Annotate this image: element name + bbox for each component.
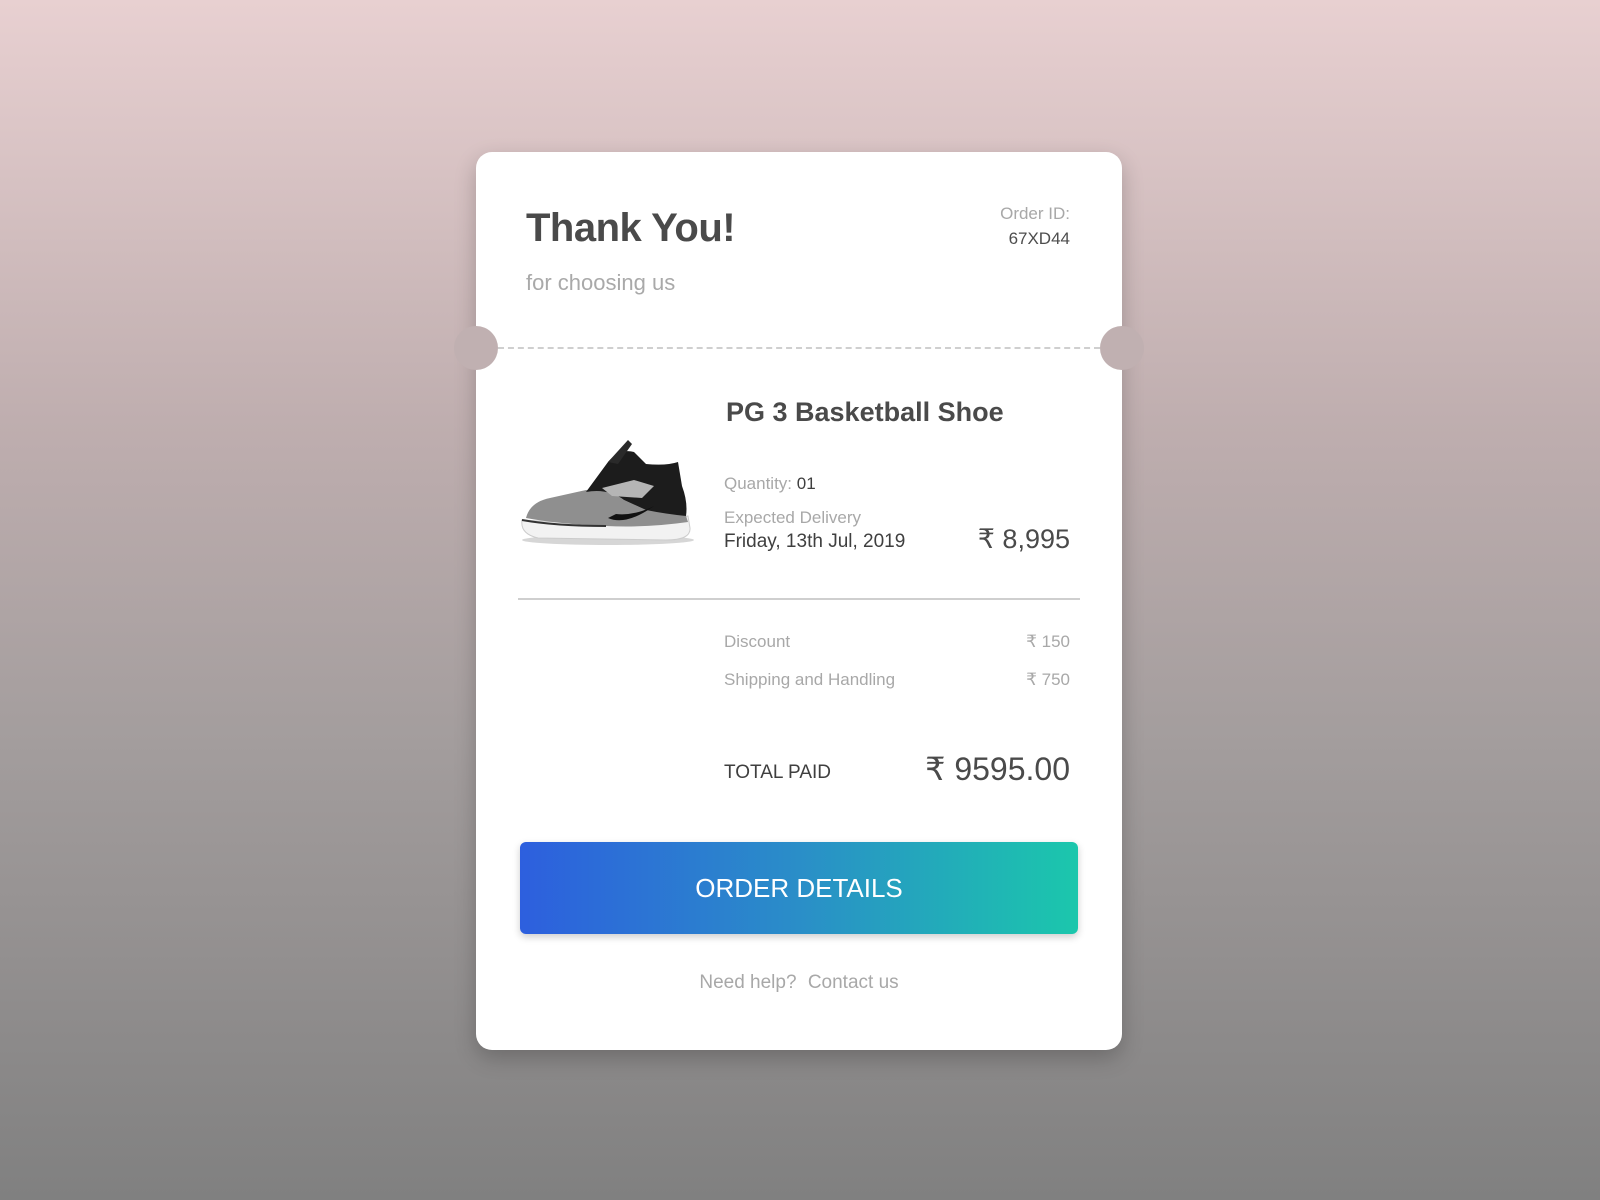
discount-value: ₹ 150 bbox=[1026, 632, 1070, 651]
total-paid-value: ₹ 9595.00 bbox=[925, 751, 1070, 787]
order-id-label: Order ID: bbox=[1000, 204, 1070, 223]
total-paid-label: TOTAL PAID bbox=[724, 762, 831, 783]
summary-divider bbox=[518, 598, 1080, 600]
page-subtitle: for choosing us bbox=[526, 270, 676, 295]
ticket-notch-left bbox=[454, 326, 498, 370]
shipping-label: Shipping and Handling bbox=[724, 670, 896, 689]
product-price: ₹ 8,995 bbox=[977, 524, 1070, 554]
product-image bbox=[516, 440, 696, 550]
page-title: Thank You! bbox=[526, 206, 736, 250]
help-label: Need help? bbox=[699, 972, 797, 993]
order-id-value: 67XD44 bbox=[1008, 229, 1070, 248]
delivery-date: Friday, 13th Jul, 2019 bbox=[724, 531, 906, 552]
delivery-label: Expected Delivery bbox=[724, 508, 862, 527]
help-line: Need help? Contact us bbox=[476, 972, 1122, 994]
order-details-button[interactable]: ORDER DETAILS bbox=[520, 842, 1078, 934]
discount-label: Discount bbox=[724, 632, 791, 651]
discount-row: Discount ₹ 150 bbox=[724, 632, 1070, 652]
quantity-value: 01 bbox=[796, 474, 816, 493]
basketball-shoe-icon bbox=[521, 440, 694, 545]
contact-us-link[interactable]: Contact us bbox=[808, 972, 899, 993]
order-receipt-card: Thank You! for choosing us Order ID: 67X… bbox=[454, 152, 1144, 1050]
shipping-value: ₹ 750 bbox=[1026, 670, 1070, 689]
shipping-row: Shipping and Handling ₹ 750 bbox=[724, 670, 1070, 690]
ticket-notch-right bbox=[1100, 326, 1144, 370]
quantity-line: Quantity: 01 bbox=[724, 474, 816, 494]
order-id-block: Order ID: 67XD44 bbox=[1000, 204, 1070, 249]
quantity-label: Quantity: bbox=[724, 474, 793, 493]
perforation-divider bbox=[498, 347, 1100, 349]
product-name: PG 3 Basketball Shoe bbox=[726, 397, 1004, 427]
